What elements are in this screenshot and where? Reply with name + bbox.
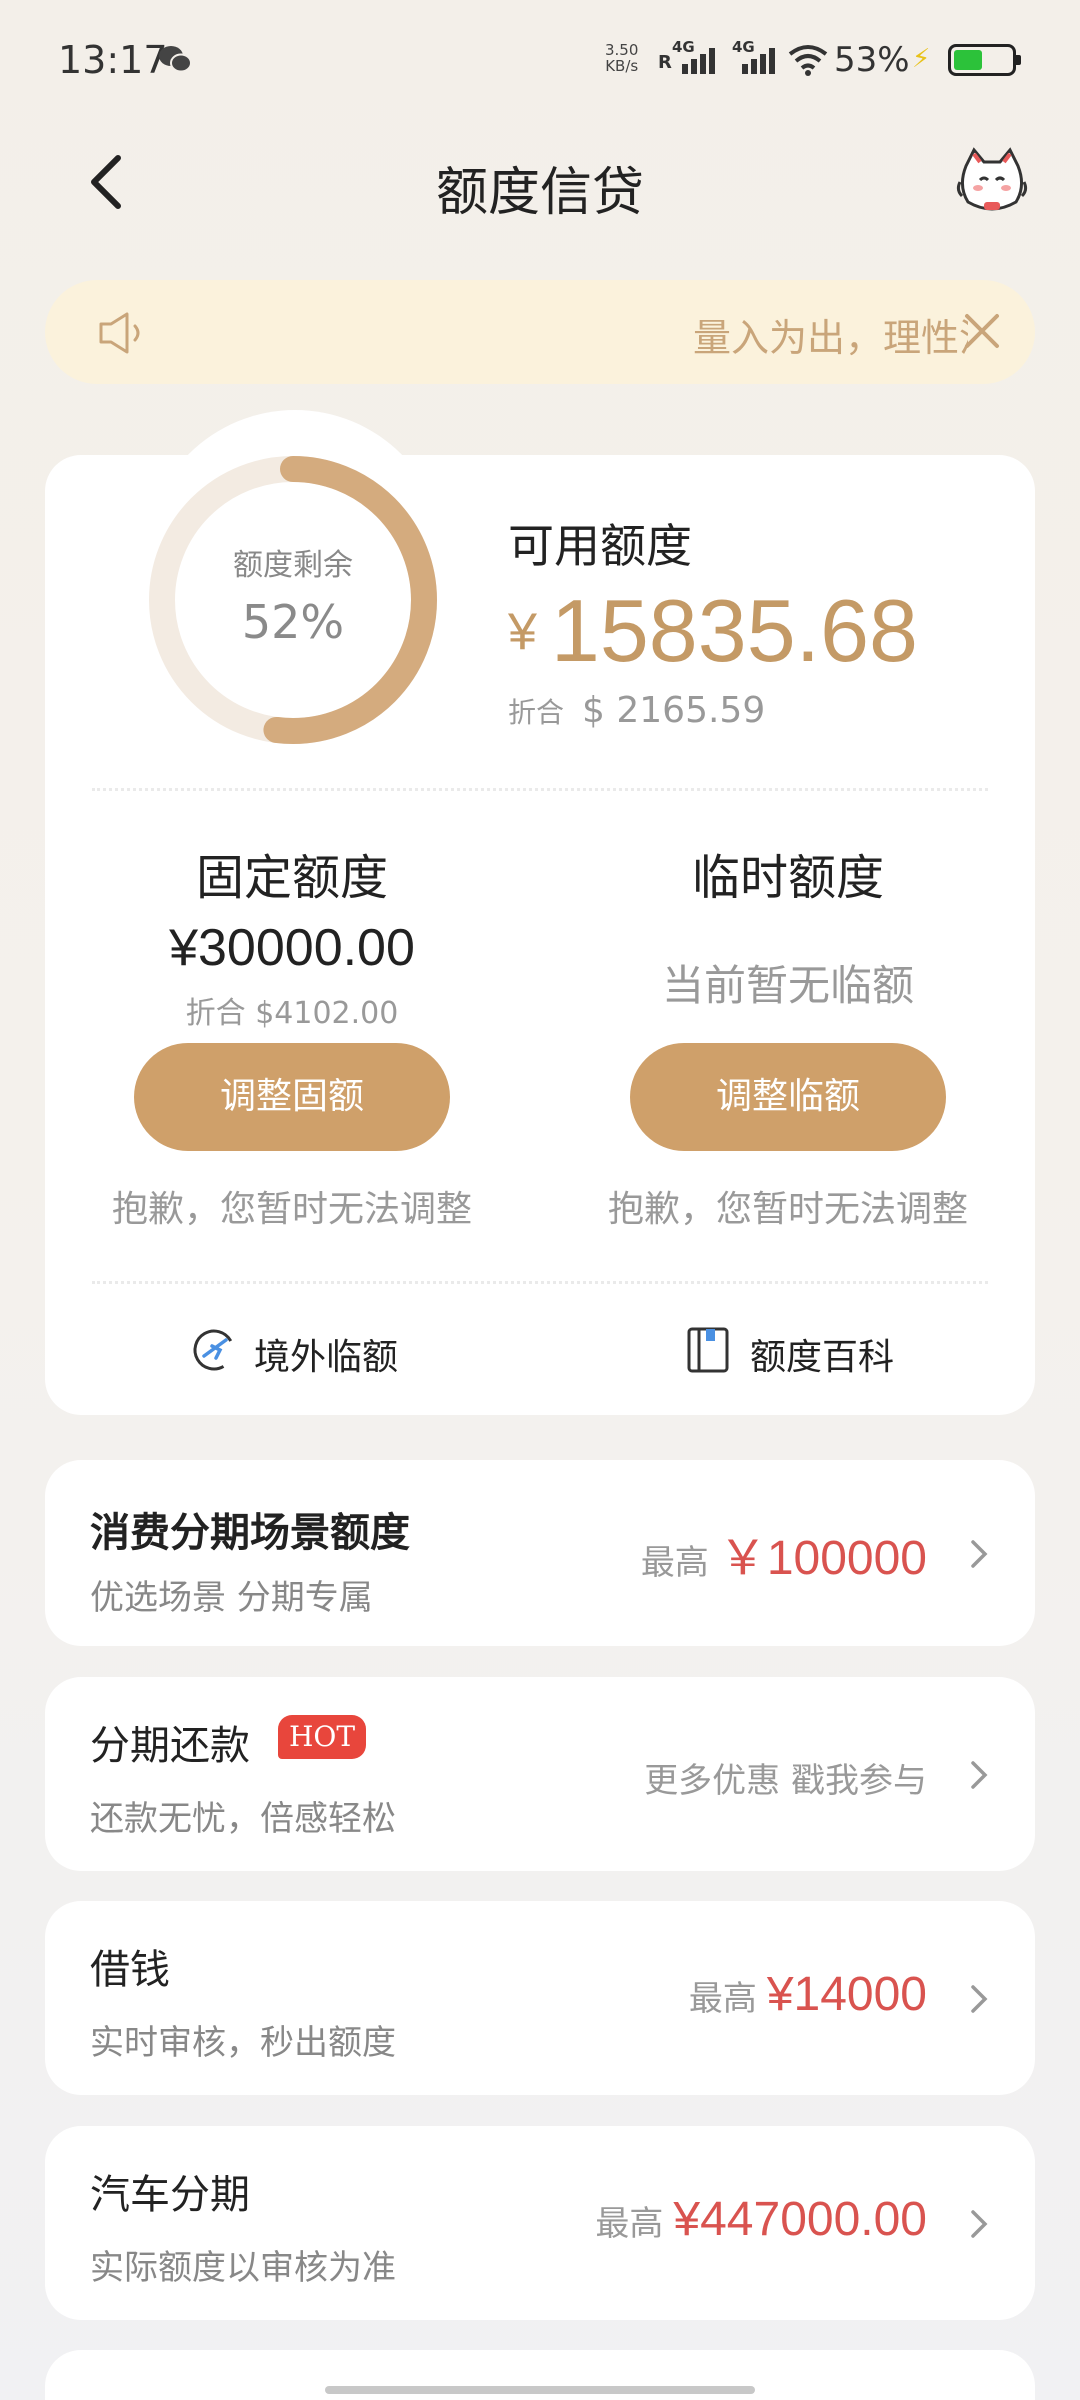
row-title: 借钱 <box>90 1947 170 1993</box>
amount-value: ￥100000 <box>718 1532 927 1585</box>
divider <box>92 788 988 791</box>
temp-adjust-note: 抱歉，您暂时无法调整 <box>607 1189 968 1230</box>
row-title: 分期还款 <box>90 1723 250 1769</box>
nav-bar: 额度信贷 <box>0 130 1080 230</box>
row-promo-text: 更多优惠 戳我参与 <box>644 1761 927 1801</box>
available-usd: 折合 $ 2165.59 <box>508 690 765 731</box>
fixed-credit-amount: ¥30000.00 <box>169 919 415 977</box>
currency-symbol: ¥ <box>508 603 537 661</box>
amount-value: ¥14000 <box>766 1968 927 2021</box>
temp-credit-title: 临时额度 <box>691 850 884 906</box>
net-speed: 3.50 KB/s <box>605 41 639 75</box>
speaker-icon <box>99 312 140 354</box>
divider-2 <box>92 1281 988 1284</box>
temp-credit-none: 当前暂无临额 <box>661 961 914 1010</box>
row-subtitle: 实时审核，秒出额度 <box>90 2023 396 2063</box>
ring-label: 额度剩余 <box>233 548 353 583</box>
installment-repay-row[interactable]: 分期还款 HOT 还款无忧，倍感轻松 更多优惠 戳我参与 <box>45 1677 1035 1871</box>
fixed-credit-title: 固定额度 <box>195 850 388 906</box>
hot-badge: HOT <box>278 1715 366 1759</box>
available-credit-title: 可用额度 <box>508 519 692 573</box>
charging-icon: ⚡ <box>912 44 931 74</box>
available-credit-amount: ¥15835.68 <box>508 580 918 682</box>
amount-prefix: 最高 <box>595 2204 664 2244</box>
row-title: 消费分期场景额度 <box>90 1510 410 1556</box>
amount-prefix: 最高 <box>640 1543 709 1583</box>
chevron-right-icon <box>971 1985 988 2013</box>
overseas-link-label: 境外临额 <box>254 1337 399 1378</box>
amount-prefix: 最高 <box>688 1979 757 2019</box>
roaming-label: R <box>658 52 672 73</box>
cat-mascot-icon[interactable] <box>956 146 1028 216</box>
signal-icon <box>682 48 715 74</box>
adjust-temp-button[interactable]: 调整临额 <box>630 1043 946 1151</box>
wifi-icon <box>788 45 828 76</box>
car-installment-row[interactable]: 汽车分期 实际额度以审核为准 最高 ¥447000.00 <box>45 2126 1035 2320</box>
fixed-credit-usd: 折合 $4102.00 <box>185 996 399 1031</box>
notice-text: 量入为出，理性消费 <box>693 316 968 360</box>
chevron-right-icon <box>971 1540 988 1568</box>
credit-wiki-link[interactable]: 额度百科 <box>686 1320 926 1380</box>
battery-percent: 53% <box>834 40 910 80</box>
row-subtitle: 优选场景 分期专属 <box>90 1578 373 1618</box>
row-amount-group: 最高 ¥447000.00 <box>595 2192 927 2247</box>
chevron-right-icon <box>971 2210 988 2238</box>
available-amount-value: 15835.68 <box>550 581 918 680</box>
close-icon[interactable] <box>961 310 1003 352</box>
status-time: 13:17 <box>58 38 168 82</box>
row-amount-group: 最高 ¥14000 <box>689 1967 927 2022</box>
plane-globe-icon <box>193 1329 235 1371</box>
notice-banner[interactable]: 量入为出，理性消费 <box>45 280 1035 384</box>
temp-credit-section: 临时额度 当前暂无临额 <box>578 838 998 1013</box>
installment-scene-row[interactable]: 消费分期场景额度 优选场景 分期专属 最高 ￥100000 <box>45 1460 1035 1646</box>
page-title: 额度信贷 <box>435 163 644 223</box>
fixed-adjust-note: 抱歉，您暂时无法调整 <box>111 1189 472 1230</box>
row-title: 汽车分期 <box>90 2172 250 2218</box>
fixed-credit-section: 固定额度 ¥30000.00 折合 $4102.00 <box>82 838 502 1032</box>
signal-icon-2 <box>742 48 775 74</box>
overseas-temp-credit-link[interactable]: 境外临额 <box>190 1320 430 1380</box>
book-icon <box>687 1327 729 1373</box>
row-amount-group: 最高 ￥100000 <box>641 1518 927 1588</box>
ring-percent: 52% <box>241 595 345 649</box>
row-subtitle: 实际额度以审核为准 <box>90 2248 396 2288</box>
amount-value: ¥447000.00 <box>673 2193 927 2246</box>
home-indicator <box>325 2386 755 2394</box>
row-subtitle: 还款无忧，倍感轻松 <box>90 1799 396 1839</box>
adjust-fixed-button[interactable]: 调整固额 <box>134 1043 450 1151</box>
chevron-right-icon <box>971 1761 988 1789</box>
usd-prefix: 折合 <box>508 696 565 729</box>
wechat-icon <box>159 46 192 73</box>
wiki-link-label: 额度百科 <box>750 1337 895 1378</box>
usd-amount: $ 2165.59 <box>582 690 766 731</box>
borrow-row[interactable]: 借钱 实时审核，秒出额度 最高 ¥14000 <box>45 1901 1035 2095</box>
battery-icon <box>948 44 1021 76</box>
status-bar: 13:17 3.50 KB/s R 4G 4G 53% ⚡ <box>0 0 1080 120</box>
